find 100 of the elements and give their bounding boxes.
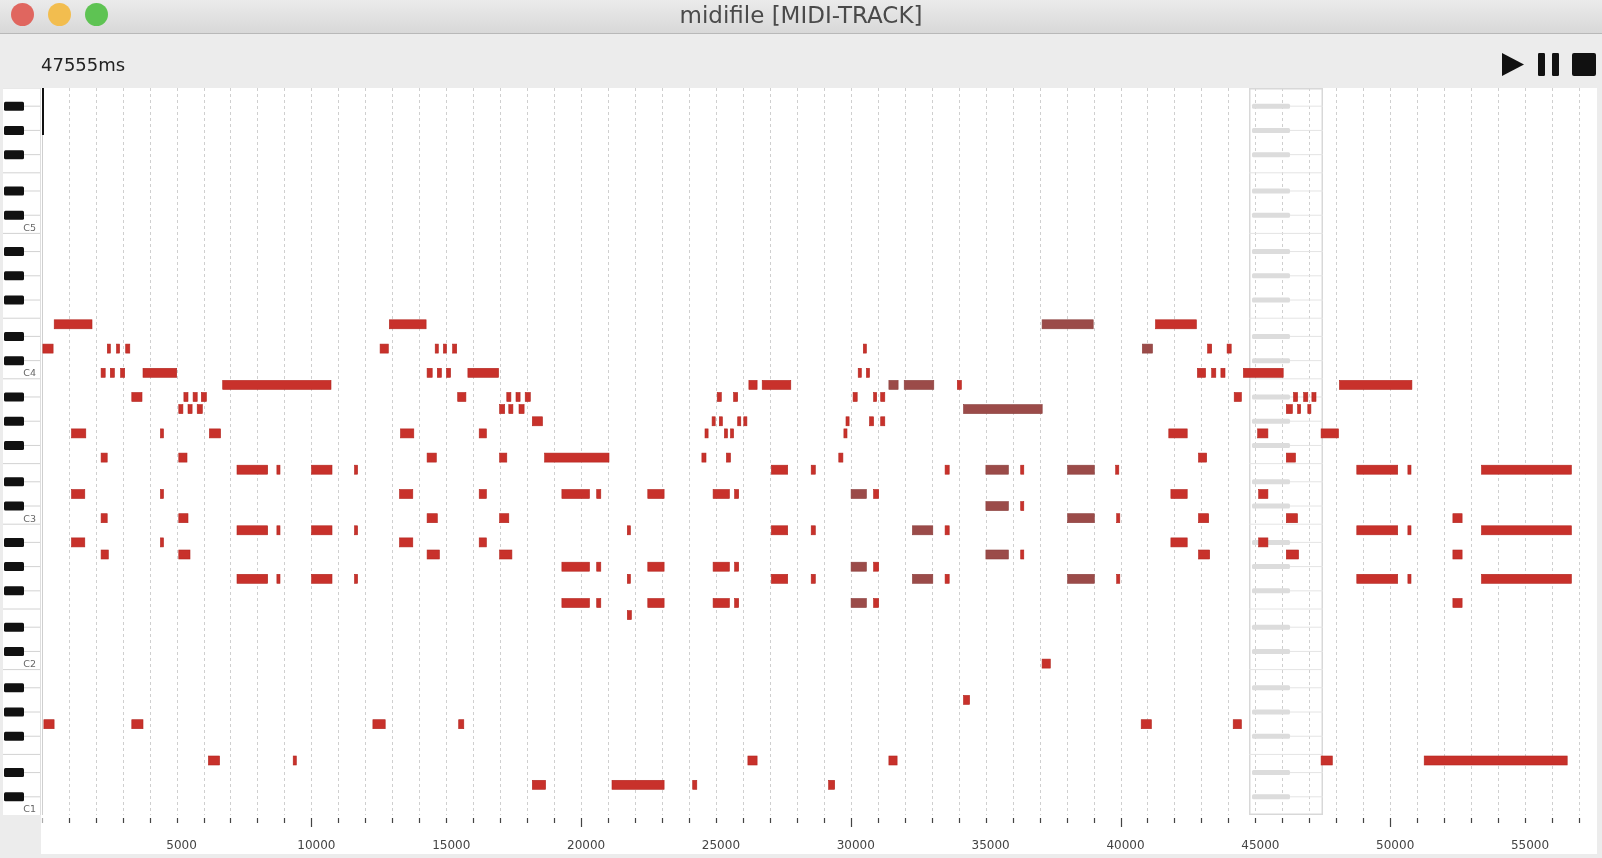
note-bar xyxy=(1293,392,1298,402)
note-bar xyxy=(236,574,268,584)
note-bar xyxy=(434,343,439,354)
note-bar xyxy=(716,392,722,402)
note-bar xyxy=(963,695,970,705)
note-bar xyxy=(888,380,899,390)
note-bar xyxy=(192,392,198,402)
note-bar xyxy=(863,343,867,354)
note-bar xyxy=(912,525,934,536)
note-bar xyxy=(596,561,602,572)
note-bar xyxy=(761,380,792,390)
note-bar xyxy=(400,428,415,439)
key-label: C2 xyxy=(23,658,36,671)
note-bar xyxy=(42,343,54,354)
note-bar xyxy=(311,464,333,475)
note-bar xyxy=(1286,549,1299,560)
note-bar xyxy=(771,464,788,475)
note-bar xyxy=(160,537,164,548)
note-bar xyxy=(379,343,389,354)
axis-label: 35000 xyxy=(971,838,1010,852)
note-bar xyxy=(209,428,221,439)
note-bar xyxy=(1020,549,1025,560)
note-bar xyxy=(499,404,505,414)
note-bar xyxy=(354,464,358,475)
note-bar xyxy=(692,780,698,790)
note-bar xyxy=(1286,452,1296,463)
note-bar xyxy=(506,392,512,402)
note-bar xyxy=(311,525,333,536)
note-bar xyxy=(426,452,437,463)
note-bar xyxy=(1226,343,1232,354)
note-bar xyxy=(131,719,144,729)
pause-icon xyxy=(1538,52,1559,76)
note-bar xyxy=(196,404,203,414)
note-bar xyxy=(873,392,877,402)
note-bar xyxy=(1041,319,1094,330)
note-bar xyxy=(912,574,934,584)
axis-label: 40000 xyxy=(1106,838,1145,852)
note-bar xyxy=(183,392,189,402)
note-bar xyxy=(726,452,731,463)
play-button[interactable] xyxy=(1502,52,1524,76)
pause-button[interactable] xyxy=(1538,52,1559,76)
note-bar xyxy=(1067,464,1095,475)
note-bar xyxy=(187,404,193,414)
note-bar xyxy=(627,525,631,536)
key-label: C1 xyxy=(23,803,36,816)
close-button[interactable] xyxy=(11,3,34,26)
note-bar xyxy=(561,598,590,608)
note-bar xyxy=(1067,574,1095,584)
note-bar xyxy=(869,416,874,427)
note-bar xyxy=(116,343,120,354)
note-bar xyxy=(100,368,106,378)
note-bar xyxy=(1170,537,1188,548)
axis-label: 30000 xyxy=(836,838,875,852)
note-bar xyxy=(1211,368,1217,378)
note-bar xyxy=(712,489,730,499)
note-bar xyxy=(734,598,739,608)
note-bar xyxy=(544,452,610,463)
note-bar xyxy=(1452,549,1463,560)
note-bar xyxy=(236,525,268,536)
note-bar xyxy=(372,719,386,729)
note-bar xyxy=(100,513,108,523)
note-bar xyxy=(107,343,111,354)
axis-label: 10000 xyxy=(297,838,336,852)
note-bar xyxy=(944,574,950,584)
note-bar xyxy=(131,392,143,402)
note-bar xyxy=(985,549,1009,560)
note-bar xyxy=(1115,464,1120,475)
note-bar xyxy=(1020,464,1025,475)
note-bar xyxy=(1286,513,1298,523)
note-bar xyxy=(1041,658,1051,669)
note-bar xyxy=(1198,452,1207,463)
axis-label: 5000 xyxy=(166,838,197,852)
key-label: C3 xyxy=(23,512,36,525)
note-bar xyxy=(647,489,665,499)
note-bar xyxy=(1407,574,1412,584)
note-bar xyxy=(178,549,191,560)
note-bar xyxy=(452,343,457,354)
note-bar xyxy=(771,525,788,536)
key-label: C5 xyxy=(23,221,36,234)
note-bar xyxy=(354,574,358,584)
note-bar xyxy=(873,561,879,572)
note-bar xyxy=(850,598,867,608)
note-bar xyxy=(178,404,184,414)
note-bar xyxy=(647,598,665,608)
note-bar xyxy=(810,574,816,584)
note-bar xyxy=(446,368,451,378)
note-bar xyxy=(178,513,189,523)
stop-button[interactable] xyxy=(1572,52,1596,76)
note-bar xyxy=(458,719,465,729)
note-bar xyxy=(1140,719,1152,729)
note-bar xyxy=(292,755,297,766)
note-bar xyxy=(532,416,543,427)
note-bar xyxy=(499,452,508,463)
note-bar xyxy=(1452,513,1463,523)
note-bar xyxy=(730,428,734,439)
note-bar xyxy=(508,404,514,414)
note-bar xyxy=(596,489,602,499)
note-bar xyxy=(1258,537,1269,548)
note-bar xyxy=(1286,404,1293,414)
note-bar xyxy=(850,489,867,499)
